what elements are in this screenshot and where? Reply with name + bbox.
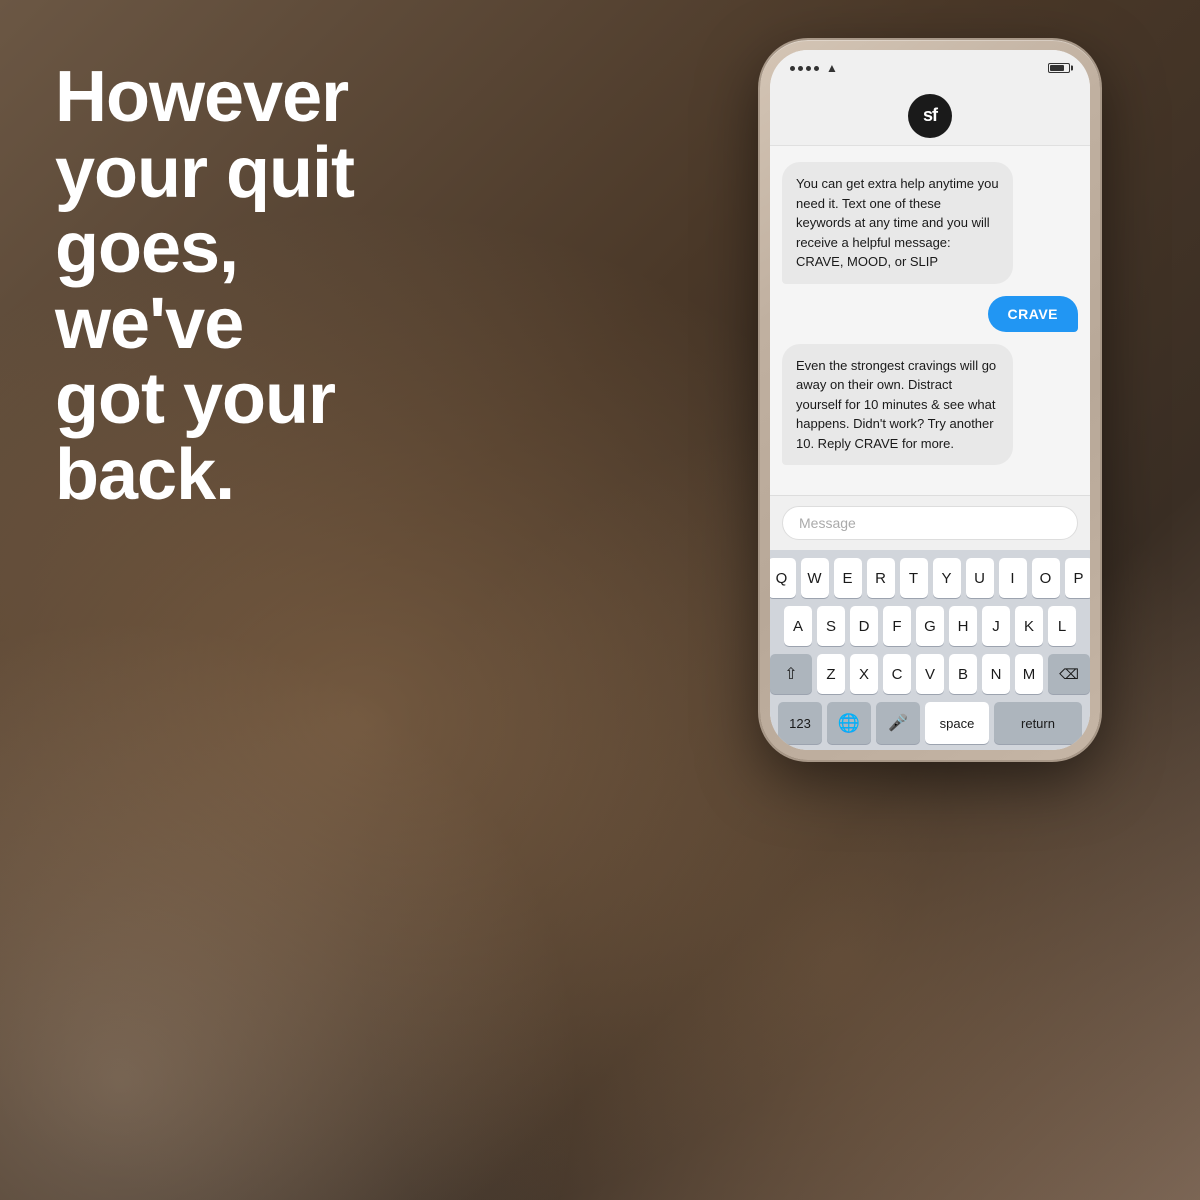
phone-body: ▲ sf You can get extra help anytime you … xyxy=(760,40,1100,760)
app-header: sf xyxy=(770,86,1090,146)
key-S[interactable]: S xyxy=(817,606,845,646)
key-return[interactable]: return xyxy=(994,702,1082,744)
keyboard: Q W E R T Y U I O P A S xyxy=(770,550,1090,750)
message-bubble-outgoing-1: CRAVE xyxy=(988,296,1078,332)
key-M[interactable]: M xyxy=(1015,654,1043,694)
key-U[interactable]: U xyxy=(966,558,994,598)
key-globe[interactable]: 🌐 xyxy=(827,702,871,744)
key-B[interactable]: B xyxy=(949,654,977,694)
keyboard-row-4: 123 🌐 🎤 space return xyxy=(774,702,1086,744)
message-input-area: Message xyxy=(770,495,1090,550)
app-logo: sf xyxy=(908,94,952,138)
status-bar: ▲ xyxy=(770,50,1090,86)
keyboard-row-2: A S D F G H J K L xyxy=(774,606,1086,646)
key-P[interactable]: P xyxy=(1065,558,1091,598)
key-G[interactable]: G xyxy=(916,606,944,646)
key-C[interactable]: C xyxy=(883,654,911,694)
signal-dots xyxy=(790,66,819,71)
phone-mockup: ▲ sf You can get extra help anytime you … xyxy=(720,40,1140,900)
key-A[interactable]: A xyxy=(784,606,812,646)
key-mic[interactable]: 🎤 xyxy=(876,702,920,744)
key-Z[interactable]: Z xyxy=(817,654,845,694)
wifi-icon: ▲ xyxy=(826,61,838,75)
message-input[interactable]: Message xyxy=(782,506,1078,540)
key-J[interactable]: J xyxy=(982,606,1010,646)
key-V[interactable]: V xyxy=(916,654,944,694)
key-N[interactable]: N xyxy=(982,654,1010,694)
key-T[interactable]: T xyxy=(900,558,928,598)
message-bubble-incoming-1: You can get extra help anytime you need … xyxy=(782,162,1013,284)
key-D[interactable]: D xyxy=(850,606,878,646)
key-space[interactable]: space xyxy=(925,702,989,744)
key-Y[interactable]: Y xyxy=(933,558,961,598)
key-W[interactable]: W xyxy=(801,558,829,598)
headline-text: However your quit goes, we've got your b… xyxy=(55,60,445,514)
battery-icon xyxy=(1048,63,1070,73)
key-delete[interactable]: ⌫ xyxy=(1048,654,1090,694)
keyboard-row-3: ⇧ Z X C V B N M ⌫ xyxy=(774,654,1086,694)
key-E[interactable]: E xyxy=(834,558,862,598)
key-123[interactable]: 123 xyxy=(778,702,822,744)
keyboard-row-1: Q W E R T Y U I O P xyxy=(774,558,1086,598)
key-I[interactable]: I xyxy=(999,558,1027,598)
chat-area: You can get extra help anytime you need … xyxy=(770,146,1090,495)
key-H[interactable]: H xyxy=(949,606,977,646)
key-O[interactable]: O xyxy=(1032,558,1060,598)
phone-screen: ▲ sf You can get extra help anytime you … xyxy=(770,50,1090,750)
message-bubble-incoming-2: Even the strongest cravings will go away… xyxy=(782,344,1013,466)
key-X[interactable]: X xyxy=(850,654,878,694)
key-F[interactable]: F xyxy=(883,606,911,646)
key-K[interactable]: K xyxy=(1015,606,1043,646)
key-R[interactable]: R xyxy=(867,558,895,598)
key-shift[interactable]: ⇧ xyxy=(770,654,812,694)
key-Q[interactable]: Q xyxy=(770,558,796,598)
key-L[interactable]: L xyxy=(1048,606,1076,646)
